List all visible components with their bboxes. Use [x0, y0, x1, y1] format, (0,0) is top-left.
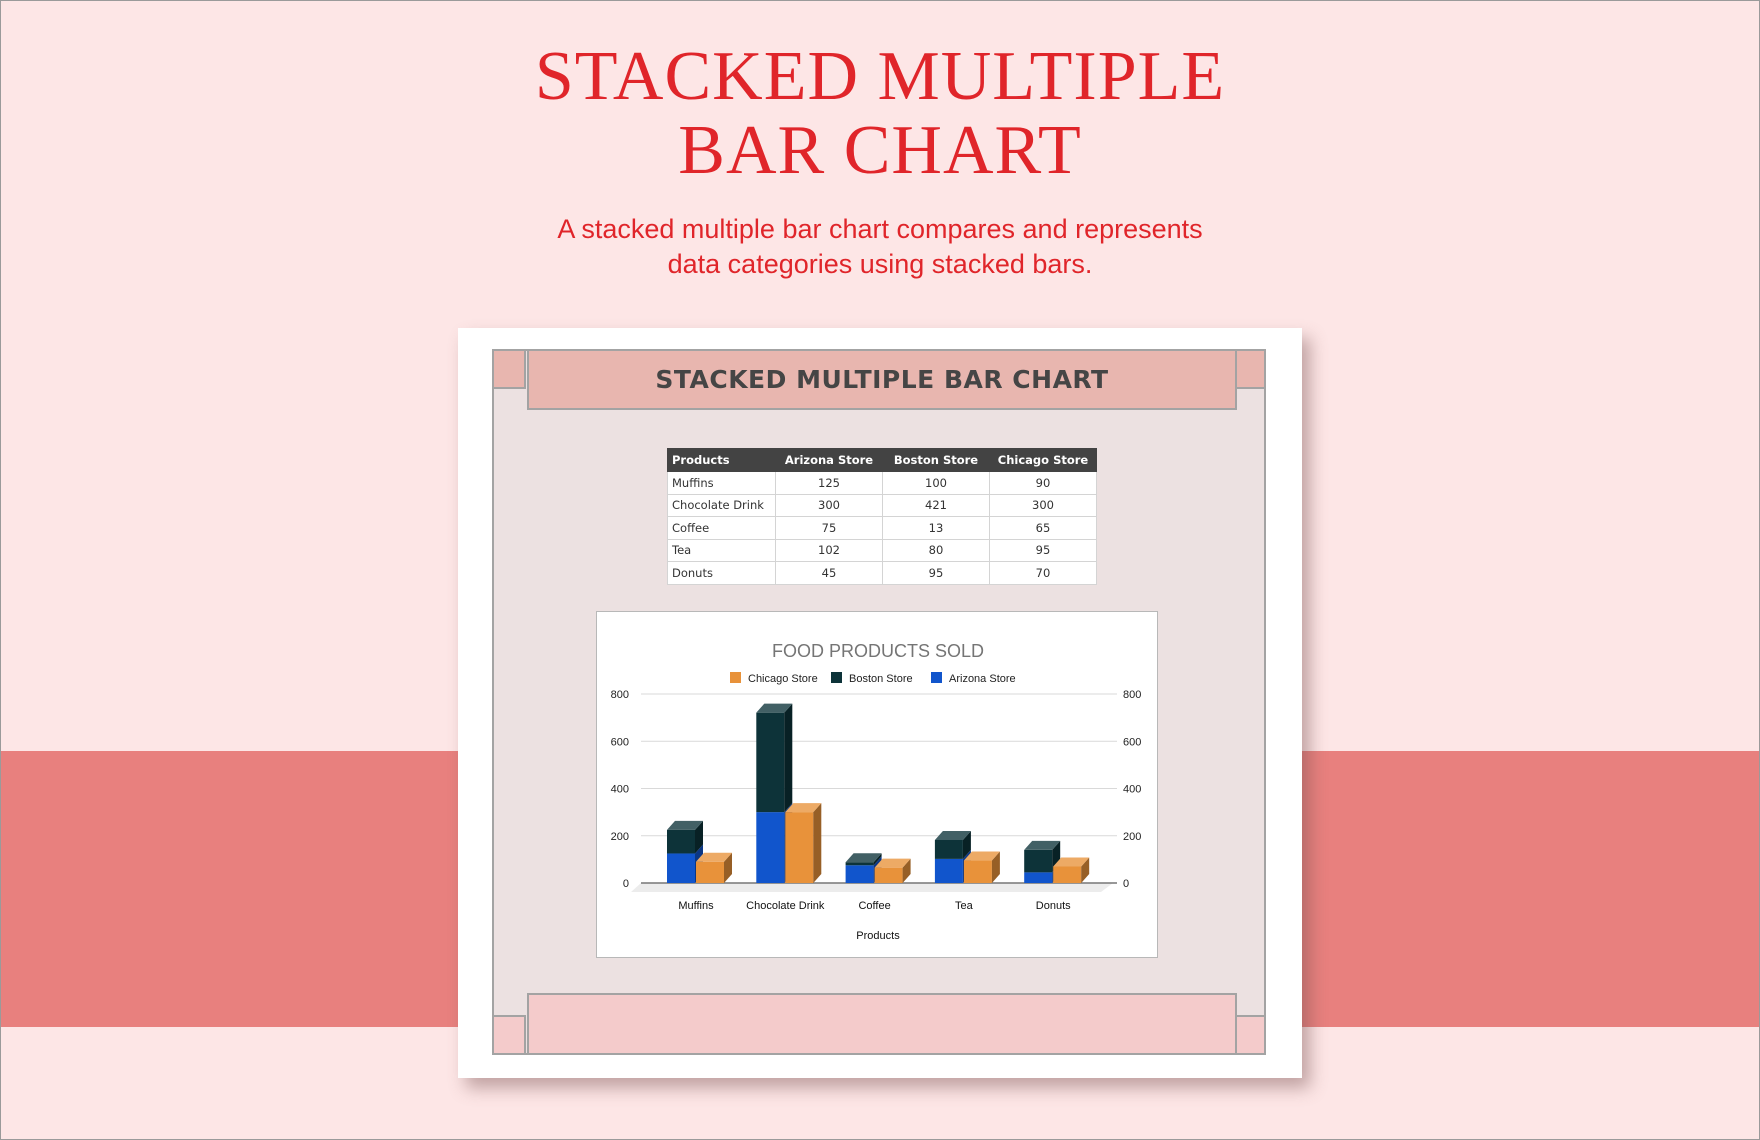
- bar-chicago-store-front: [874, 867, 903, 883]
- value-cell: 75: [775, 516, 883, 540]
- sheet-footer: [527, 993, 1237, 1055]
- bar-arizona-store-front: [667, 853, 695, 883]
- table-row: Muffins 125 100 90: [667, 471, 1097, 495]
- value-cell: 125: [775, 471, 883, 495]
- bar-boston-store-front: [667, 829, 695, 854]
- legend-swatch-boston-store: [831, 672, 842, 683]
- x-axis-title: Products: [856, 930, 900, 942]
- value-cell: 45: [775, 561, 883, 585]
- value-cell: 300: [989, 493, 1097, 517]
- bar-arizona-store-front: [845, 865, 874, 883]
- y-tick-label-right: 800: [1123, 689, 1141, 701]
- product-cell: Chocolate Drink: [667, 493, 776, 517]
- bar-chicago-store-front: [963, 860, 992, 883]
- value-cell: 65: [989, 516, 1097, 540]
- corner-block: [492, 349, 526, 389]
- bar-boston-store-front: [756, 712, 785, 813]
- data-table: Products Arizona Store Boston Store Chic…: [667, 448, 1097, 585]
- bar-boston-store-front: [845, 862, 874, 866]
- value-cell: 90: [989, 471, 1097, 495]
- y-tick-label-right: 200: [1123, 831, 1141, 843]
- value-cell: 70: [989, 561, 1097, 585]
- value-cell: 421: [882, 493, 990, 517]
- chart-title: FOOD PRODUCTS SOLD: [772, 641, 984, 661]
- y-tick-label-left: 200: [611, 831, 629, 843]
- bar-arizona-store-front: [756, 812, 785, 883]
- page-title-line-1: STACKED MULTIPLE: [534, 38, 1226, 115]
- y-tick-label-right: 0: [1123, 878, 1129, 890]
- value-cell: 95: [882, 561, 990, 585]
- x-tick-label: Chocolate Drink: [746, 900, 825, 912]
- page-title-line-2: BAR CHART: [678, 112, 1082, 189]
- table-row: Chocolate Drink 300 421 300: [667, 493, 1097, 517]
- bar-chart: FOOD PRODUCTS SOLD Chicago Store Boston St…: [611, 641, 1142, 942]
- y-tick-label-left: 800: [611, 689, 629, 701]
- x-tick-label: Coffee: [858, 900, 890, 912]
- subtitle-line-1: A stacked multiple bar chart compares an…: [557, 214, 1203, 244]
- value-cell: 300: [775, 493, 883, 517]
- bar-chicago-store-front: [696, 861, 724, 883]
- chart-floor: [631, 883, 1113, 892]
- table-header-row: Products Arizona Store Boston Store Chic…: [667, 448, 1097, 472]
- value-cell: 102: [775, 538, 883, 562]
- value-cell: 100: [882, 471, 990, 495]
- column-header: Boston Store: [882, 448, 990, 472]
- bar-arizona-store-front: [1024, 872, 1053, 883]
- sheet-title: STACKED MULTIPLE BAR CHART: [655, 365, 1109, 394]
- y-tick-label-left: 0: [623, 878, 629, 890]
- chart-container: FOOD PRODUCTS SOLD Chicago Store Boston St…: [596, 611, 1158, 958]
- x-tick-label: Tea: [955, 900, 974, 912]
- bar-chicago-store-front: [1053, 866, 1082, 883]
- bar-boston-store: [756, 703, 793, 813]
- column-header: Products: [667, 448, 776, 472]
- bar-chicago-store-front: [785, 812, 814, 883]
- column-header: Arizona Store: [775, 448, 883, 472]
- y-tick-label-left: 600: [611, 736, 629, 748]
- y-tick-label-right: 400: [1123, 784, 1141, 796]
- sheet-header: STACKED MULTIPLE BAR CHART: [527, 349, 1237, 410]
- x-tick-label: Donuts: [1036, 900, 1071, 912]
- product-cell: Donuts: [667, 561, 776, 585]
- legend-label: Chicago Store: [748, 673, 818, 685]
- bar-chicago-store: [785, 803, 822, 883]
- corner-block: [1232, 349, 1266, 389]
- value-cell: 80: [882, 538, 990, 562]
- corner-block: [1232, 1015, 1266, 1055]
- legend-label: Boston Store: [849, 673, 913, 685]
- table-row: Tea 102 80 95: [667, 538, 1097, 562]
- legend-swatch-arizona-store: [931, 672, 942, 683]
- value-cell: 95: [989, 538, 1097, 562]
- value-cell: 13: [882, 516, 990, 540]
- legend-swatch-chicago-store: [730, 672, 741, 683]
- page-subtitle: A stacked multiple bar chart compares an…: [0, 212, 1760, 282]
- bar-boston-store-front: [1024, 849, 1053, 873]
- bar-boston-store-side: [784, 703, 793, 813]
- subtitle-line-2: data categories using stacked bars.: [667, 249, 1093, 279]
- product-cell: Coffee: [667, 516, 776, 540]
- bar-arizona-store-front: [934, 858, 963, 883]
- x-tick-label: Muffins: [678, 900, 714, 912]
- legend-label: Arizona Store: [949, 673, 1016, 685]
- table-row: Coffee 75 13 65: [667, 516, 1097, 540]
- product-cell: Muffins: [667, 471, 776, 495]
- y-tick-label-left: 400: [611, 784, 629, 796]
- table-row: Donuts 45 95 70: [667, 561, 1097, 585]
- y-tick-label-right: 600: [1123, 736, 1141, 748]
- page-title: STACKED MULTIPLE BAR CHART: [0, 40, 1760, 188]
- bar-chicago-store-side: [813, 803, 822, 883]
- product-cell: Tea: [667, 538, 776, 562]
- column-header: Chicago Store: [989, 448, 1097, 472]
- corner-block: [492, 1015, 526, 1055]
- bar-boston-store-front: [934, 840, 963, 859]
